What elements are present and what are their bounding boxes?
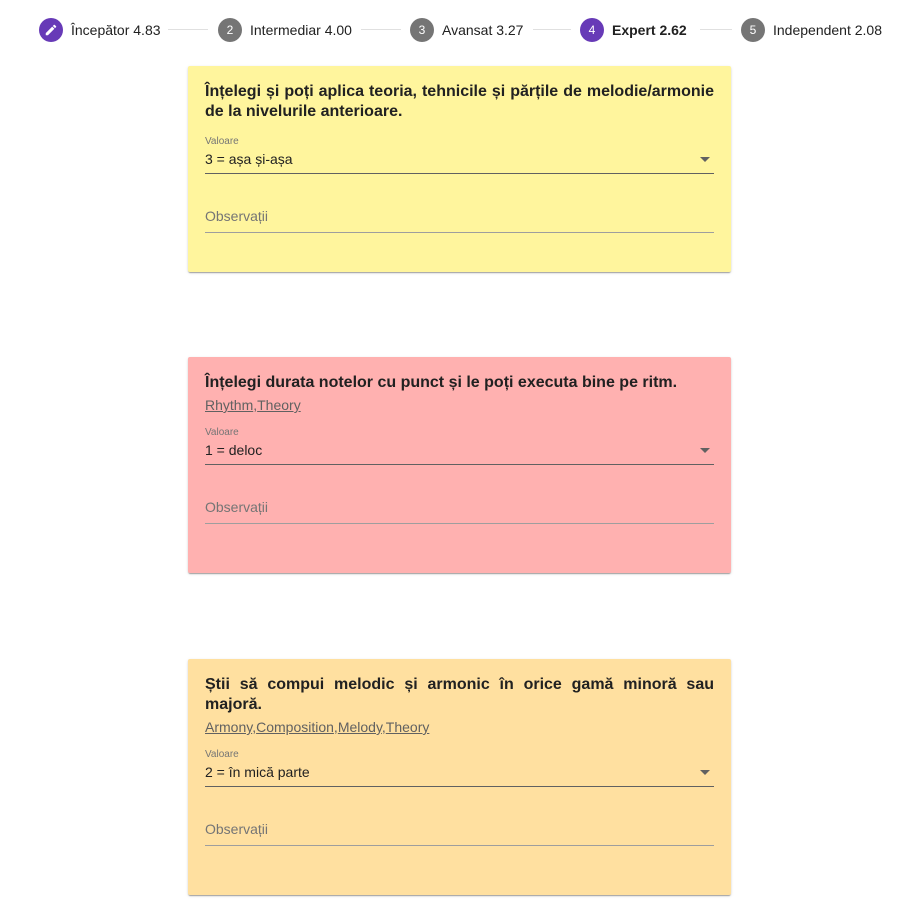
question-text: Știi să compui melodic și armonic în ori…	[205, 676, 714, 713]
step-avansat[interactable]: 3 Avansat 3.27	[410, 18, 523, 42]
step-number: 2	[218, 18, 242, 42]
notes-field	[205, 208, 714, 233]
value-select[interactable]: 3 = așa și-așa	[205, 151, 714, 174]
step-number: 5	[741, 18, 765, 42]
step-number: 3	[410, 18, 434, 42]
notes-input[interactable]	[205, 821, 714, 837]
step-independent[interactable]: 5 Independent 2.08	[741, 18, 882, 42]
pencil-icon	[39, 18, 63, 42]
step-connector	[361, 29, 401, 30]
notes-input[interactable]	[205, 208, 714, 224]
question-text: Înțelegi durata notelor cu punct și le p…	[205, 374, 678, 391]
step-number: 4	[580, 18, 604, 42]
question-card: Știi să compui melodic și armonic în ori…	[188, 659, 731, 895]
level-stepper: Începător 4.83 2 Intermediar 4.00 3 Avan…	[0, 0, 919, 58]
notes-field	[205, 499, 714, 524]
tag-link[interactable]: Theory	[257, 397, 301, 413]
question-card: Înțelegi și poți aplica teoria, tehnicil…	[188, 66, 731, 272]
value-label: Valoare	[205, 136, 239, 147]
step-label: Intermediar 4.00	[250, 22, 352, 38]
step-label: Independent 2.08	[773, 22, 882, 38]
dropdown-arrow-icon	[700, 769, 710, 775]
select-value: 3 = așa și-așa	[205, 151, 293, 167]
tag-link[interactable]: Theory	[386, 719, 430, 735]
question-card: Înțelegi durata notelor cu punct și le p…	[188, 357, 731, 573]
tag-link[interactable]: Melody	[338, 719, 382, 735]
dropdown-arrow-icon	[700, 447, 710, 453]
notes-field	[205, 821, 714, 846]
tag-link[interactable]: Rhythm	[205, 397, 253, 413]
value-select[interactable]: 2 = în mică parte	[205, 764, 714, 787]
step-label: Începător 4.83	[71, 22, 161, 38]
step-intermediar[interactable]: 2 Intermediar 4.00	[218, 18, 352, 42]
step-label: Expert 2.62	[612, 22, 687, 38]
tag-link[interactable]: Composition	[256, 719, 334, 735]
select-value: 2 = în mică parte	[205, 764, 310, 780]
tag-list: Armony,Composition,Melody,Theory	[205, 719, 430, 735]
question-text: Înțelegi și poți aplica teoria, tehnicil…	[205, 83, 714, 120]
step-incepator[interactable]: Începător 4.83	[39, 18, 161, 42]
step-connector	[700, 29, 732, 30]
value-select[interactable]: 1 = deloc	[205, 442, 714, 465]
dropdown-arrow-icon	[700, 156, 710, 162]
step-expert[interactable]: 4 Expert 2.62	[580, 18, 687, 42]
step-label: Avansat 3.27	[442, 22, 524, 38]
value-label: Valoare	[205, 749, 239, 760]
step-connector	[168, 29, 208, 30]
select-value: 1 = deloc	[205, 442, 263, 458]
step-connector	[533, 29, 571, 30]
tag-link[interactable]: Armony	[205, 719, 252, 735]
notes-input[interactable]	[205, 499, 714, 515]
value-label: Valoare	[205, 427, 239, 438]
tag-list: Rhythm,Theory	[205, 397, 301, 413]
